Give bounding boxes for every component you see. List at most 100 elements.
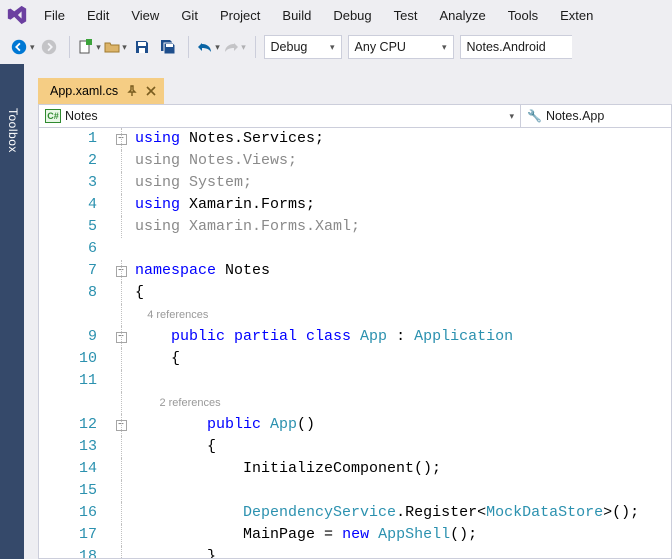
open-file-button[interactable]: ▾	[104, 35, 128, 59]
tab-label: App.xaml.cs	[50, 84, 118, 98]
code-text: MainPage = new AppShell();	[131, 524, 477, 546]
save-all-button[interactable]	[156, 35, 180, 59]
code-text: {	[131, 282, 144, 304]
fold-gutter	[111, 370, 131, 392]
menu-view[interactable]: View	[121, 4, 169, 27]
fold-gutter	[111, 172, 131, 194]
fold-gutter[interactable]: −	[111, 414, 131, 436]
line-number: 12	[39, 414, 111, 436]
menu-test[interactable]: Test	[384, 4, 428, 27]
code-line[interactable]: 14 InitializeComponent();	[39, 458, 671, 480]
line-number: 5	[39, 216, 111, 238]
platform-dropdown[interactable]: Any CPU▾	[348, 35, 454, 59]
code-line[interactable]: 5using Xamarin.Forms.Xaml;	[39, 216, 671, 238]
config-value: Debug	[271, 40, 308, 54]
fold-gutter	[111, 282, 131, 304]
code-line[interactable]: 18 }	[39, 546, 671, 559]
nav-forward-button	[37, 35, 61, 59]
editor-area: Toolbox App.xaml.cs C# Notes ▾ 🔧 N	[0, 64, 672, 559]
code-line[interactable]: 4 using Xamarin.Forms;	[39, 194, 671, 216]
fold-gutter	[111, 348, 131, 370]
platform-value: Any CPU	[355, 40, 406, 54]
startup-project-dropdown[interactable]: Notes.Android	[460, 35, 572, 59]
menu-debug[interactable]: Debug	[323, 4, 381, 27]
line-number: 1	[39, 128, 111, 150]
fold-gutter	[111, 150, 131, 172]
line-number: 16	[39, 502, 111, 524]
line-number: 13	[39, 436, 111, 458]
nav-class-dropdown[interactable]: 🔧 Notes.App	[521, 105, 671, 127]
undo-button[interactable]: ▾	[197, 35, 221, 59]
fold-gutter	[111, 480, 131, 502]
code-editor[interactable]: 1−using Notes.Services;2using Notes.View…	[38, 128, 672, 559]
code-line[interactable]: 2 references	[39, 392, 671, 414]
config-dropdown[interactable]: Debug▾	[264, 35, 342, 59]
codelens-references[interactable]: 4 references	[135, 309, 208, 321]
line-number: 9	[39, 326, 111, 348]
code-line[interactable]: 7−namespace Notes	[39, 260, 671, 282]
pin-icon[interactable]	[126, 85, 138, 97]
save-button[interactable]	[130, 35, 154, 59]
line-number: 2	[39, 150, 111, 172]
menu-build[interactable]: Build	[272, 4, 321, 27]
code-text: using System;	[131, 172, 252, 194]
menu-git[interactable]: Git	[171, 4, 208, 27]
codelens-references[interactable]: 2 references	[135, 397, 221, 409]
close-icon[interactable]	[146, 86, 156, 96]
code-line[interactable]: 16 DependencyService.Register<MockDataSt…	[39, 502, 671, 524]
line-number: 8	[39, 282, 111, 304]
fold-gutter	[111, 238, 131, 260]
menu-analyze[interactable]: Analyze	[429, 4, 495, 27]
code-line[interactable]: 12− public App()	[39, 414, 671, 436]
code-line[interactable]: 17 MainPage = new AppShell();	[39, 524, 671, 546]
code-text: DependencyService.Register<MockDataStore…	[131, 502, 639, 524]
line-number: 18	[39, 546, 111, 559]
line-number: 11	[39, 370, 111, 392]
code-line[interactable]: 6	[39, 238, 671, 260]
line-number: 3	[39, 172, 111, 194]
code-line[interactable]: 9− public partial class App : Applicatio…	[39, 326, 671, 348]
fold-gutter	[111, 524, 131, 546]
code-text: using Notes.Services;	[131, 128, 324, 150]
menu-project[interactable]: Project	[210, 4, 270, 27]
code-line[interactable]: 3 using System;	[39, 172, 671, 194]
code-line[interactable]: 4 references	[39, 304, 671, 326]
fold-gutter[interactable]: −	[111, 128, 131, 150]
code-line[interactable]: 11	[39, 370, 671, 392]
nav-back-button[interactable]: ▾	[10, 35, 35, 59]
fold-gutter	[111, 194, 131, 216]
menu-tools[interactable]: Tools	[498, 4, 548, 27]
code-line[interactable]: 8{	[39, 282, 671, 304]
code-line[interactable]: 13 {	[39, 436, 671, 458]
line-number: 4	[39, 194, 111, 216]
line-number: 7	[39, 260, 111, 282]
code-line[interactable]: 1−using Notes.Services;	[39, 128, 671, 150]
code-line[interactable]: 2using Notes.Views;	[39, 150, 671, 172]
toolbox-panel[interactable]: Toolbox	[0, 64, 24, 559]
code-line[interactable]: 15	[39, 480, 671, 502]
fold-gutter	[111, 502, 131, 524]
line-number	[39, 392, 111, 414]
document-well: App.xaml.cs C# Notes ▾ 🔧 Notes.App 1−usi…	[24, 64, 672, 559]
menu-extensions[interactable]: Exten	[550, 4, 603, 27]
line-number: 10	[39, 348, 111, 370]
menu-edit[interactable]: Edit	[77, 4, 119, 27]
tab-strip: App.xaml.cs	[38, 78, 672, 104]
code-text: public App()	[131, 414, 315, 436]
tab-app-xaml-cs[interactable]: App.xaml.cs	[38, 78, 164, 104]
new-file-button[interactable]: ▾	[78, 35, 102, 59]
nav-project-dropdown[interactable]: C# Notes ▾	[39, 105, 521, 127]
menu-bar: File Edit View Git Project Build Debug T…	[0, 0, 672, 30]
menu-file[interactable]: File	[34, 4, 75, 27]
code-line[interactable]: 10 {	[39, 348, 671, 370]
fold-gutter[interactable]: −	[111, 260, 131, 282]
fold-gutter	[111, 458, 131, 480]
code-text	[131, 238, 135, 260]
code-text	[131, 480, 135, 502]
code-text: 2 references	[131, 392, 221, 414]
code-text: using Xamarin.Forms;	[131, 194, 315, 216]
fold-gutter	[111, 436, 131, 458]
toolbar: ▾ ▾ ▾ ▾ ▾ Debu	[0, 30, 672, 64]
fold-gutter[interactable]: −	[111, 326, 131, 348]
csharp-badge-icon: C#	[45, 109, 61, 123]
